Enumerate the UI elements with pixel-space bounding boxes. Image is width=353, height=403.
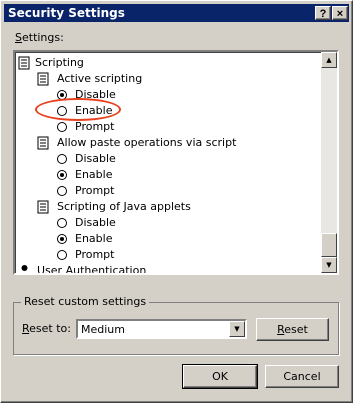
tree-item-java-applets: Scripting of Java applets: [37, 199, 317, 215]
settings-label-mnemonic: S: [15, 31, 22, 44]
tree-item-label: Scripting of Java applets: [57, 200, 191, 213]
radio-option[interactable]: Disable: [57, 151, 177, 167]
close-button[interactable]: ×: [332, 6, 348, 20]
scroll-up-arrow-icon[interactable]: ▲: [321, 52, 337, 68]
annotation-highlight-ellipse: [35, 98, 121, 121]
reset-button[interactable]: Reset: [256, 318, 329, 341]
chevron-down-icon[interactable]: ▼: [229, 321, 245, 337]
scroll-down-arrow-icon[interactable]: ▼: [321, 257, 337, 273]
reset-level-dropdown[interactable]: Medium ▼: [76, 319, 247, 339]
title-bar: Security Settings ? ×: [4, 4, 349, 22]
radio-option[interactable]: Disable: [57, 215, 177, 231]
group-title: Reset custom settings: [21, 295, 150, 308]
radio-button[interactable]: [57, 186, 67, 196]
tree-item-label: Scripting: [35, 56, 84, 69]
settings-tree-list[interactable]: Scripting Active scripting Disable Enabl…: [13, 50, 339, 275]
tree-item-active-scripting: Active scripting: [37, 71, 317, 87]
radio-option[interactable]: Prompt: [57, 119, 177, 135]
tree-item-allow-paste: Allow paste operations via script: [37, 135, 317, 151]
radio-label: Prompt: [75, 248, 115, 261]
dialog-title: Security Settings: [8, 6, 125, 20]
radio-label: Disable: [75, 152, 116, 165]
reset-button-text: eset: [284, 323, 308, 336]
radio-option[interactable]: Enable: [57, 167, 177, 183]
radio-label: Enable: [75, 168, 113, 181]
radio-button[interactable]: [57, 154, 67, 164]
security-settings-dialog: Security Settings ? × Settings: Scriptin…: [0, 0, 353, 403]
reset-custom-settings-group: Reset custom settings Reset to: Medium ▼…: [13, 295, 339, 355]
settings-label: Settings:: [15, 31, 64, 44]
reset-to-label: Reset to:: [22, 322, 71, 335]
settings-label-text: ettings:: [21, 31, 64, 44]
tree-item-user-authentication: User Authentication: [18, 263, 318, 275]
settings-page-icon: [37, 72, 49, 86]
radio-label: Prompt: [75, 184, 115, 197]
radio-label: Prompt: [75, 120, 115, 133]
radio-label: Enable: [75, 232, 113, 245]
radio-label: Disable: [75, 216, 116, 229]
tree-item-label: User Authentication: [37, 264, 147, 275]
reset-label-text: eset to:: [29, 322, 71, 335]
user-icon: [21, 265, 28, 271]
vertical-scrollbar[interactable]: ▲ ▼: [321, 52, 337, 273]
radio-button[interactable]: [57, 250, 67, 260]
cancel-button[interactable]: Cancel: [265, 365, 339, 388]
radio-option[interactable]: Prompt: [57, 183, 177, 199]
dropdown-value: Medium: [81, 323, 125, 336]
radio-option[interactable]: Prompt: [57, 247, 177, 263]
settings-page-icon: [37, 200, 49, 214]
settings-page-icon: [18, 56, 30, 70]
settings-page-icon: [37, 136, 49, 150]
radio-button[interactable]: [57, 170, 67, 180]
tree-item-scripting: Scripting: [18, 55, 318, 71]
scroll-thumb[interactable]: [321, 233, 337, 257]
tree-item-label: Allow paste operations via script: [57, 136, 237, 149]
tree-item-label: Active scripting: [57, 72, 143, 85]
radio-option[interactable]: Enable: [57, 231, 177, 247]
radio-button[interactable]: [57, 234, 67, 244]
radio-button[interactable]: [57, 122, 67, 132]
radio-button[interactable]: [57, 218, 67, 228]
help-button[interactable]: ?: [315, 6, 331, 20]
ok-button[interactable]: OK: [182, 364, 258, 389]
